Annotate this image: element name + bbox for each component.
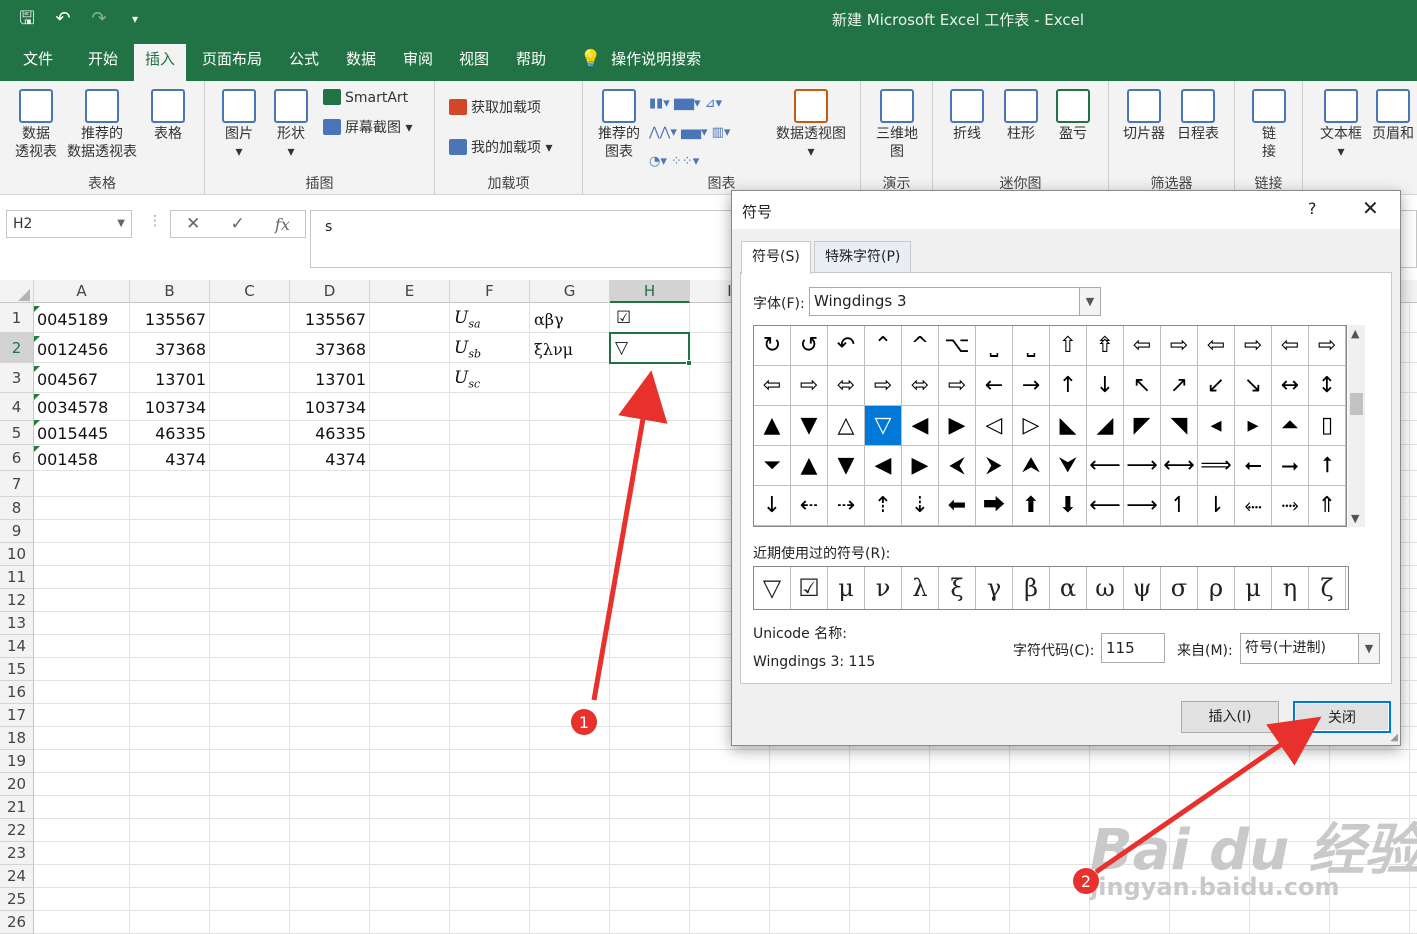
- annotation-overlay: 1 2: [571, 370, 1322, 894]
- marker-1-label: 1: [579, 713, 589, 732]
- arrow-2: [1094, 716, 1322, 875]
- excel-window: 🖫 ↶ ↷ ▾ 新建 Microsoft Excel 工作表 - Excel 文…: [0, 0, 1417, 934]
- tab-symbols[interactable]: 符号(S): [741, 241, 811, 274]
- arrow-1: [591, 370, 668, 701]
- marker-2-label: 2: [1081, 872, 1091, 891]
